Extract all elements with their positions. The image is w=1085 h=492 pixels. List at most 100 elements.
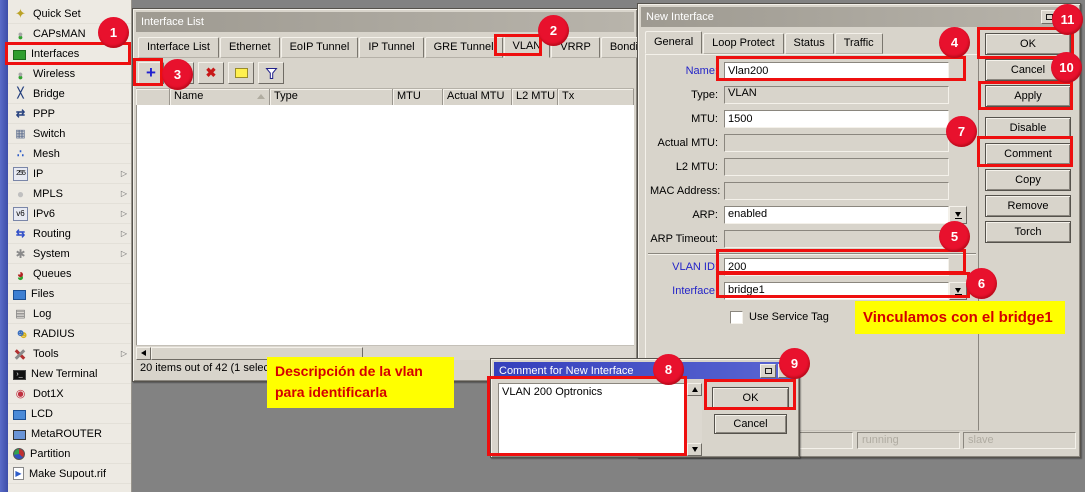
sidebar-item-wireless[interactable]: Wireless <box>8 64 131 84</box>
step-badge-11: 11 <box>1052 4 1083 35</box>
tab-gre-tunnel[interactable]: GRE Tunnel <box>425 37 503 58</box>
log-sheet-icon <box>13 307 28 321</box>
rollup-button[interactable] <box>760 364 776 378</box>
sidebar-item-switch[interactable]: Switch <box>8 124 131 144</box>
sidebar-item-label: Partition <box>30 448 70 460</box>
chevron-down-icon <box>955 212 961 217</box>
note-line: Vinculamos con el bridge1 <box>863 305 1057 330</box>
sidebar-item-label: Dot1X <box>33 388 64 400</box>
scroll-up-button[interactable] <box>687 383 702 396</box>
mac-address-value <box>724 182 949 200</box>
note-line: para identificarla <box>275 382 446 403</box>
interface-label: Interface: <box>650 285 724 297</box>
step-badge-7: 7 <box>946 116 977 147</box>
filter-funnel-icon <box>265 67 278 80</box>
arp-timeout-value <box>724 230 949 248</box>
sidebar-item-bridge[interactable]: Bridge <box>8 84 131 104</box>
use-service-tag-label: Use Service Tag <box>749 311 829 323</box>
sidebar-item-radius[interactable]: RADIUS <box>8 324 131 344</box>
sidebar-item-ip[interactable]: IP▷ <box>8 164 131 184</box>
step-badge-6: 6 <box>966 268 997 299</box>
disable-button[interactable]: ✖ <box>198 62 224 84</box>
submenu-arrow-icon: ▷ <box>121 349 127 358</box>
ip-255-icon <box>13 167 28 181</box>
name-label: Name: <box>650 65 724 77</box>
copy-button[interactable]: Copy <box>985 169 1071 191</box>
column-l2-mtu[interactable]: L2 MTU <box>512 89 558 105</box>
column-tx[interactable]: Tx <box>558 89 634 105</box>
winbox-desktop: Quick Set CAPsMAN Interfaces Wireless Br… <box>0 0 1085 492</box>
sidebar-item-label: IP <box>33 168 43 180</box>
tab-interface-list[interactable]: Interface List <box>138 37 219 58</box>
column-actual-mtu[interactable]: Actual MTU <box>443 89 512 105</box>
sidebar-item-partition[interactable]: Partition <box>8 444 131 464</box>
tab-ip-tunnel[interactable]: IP Tunnel <box>359 37 423 58</box>
step-badge-4: 4 <box>939 27 970 58</box>
vertical-scrollbar[interactable] <box>687 383 702 456</box>
sidebar-item-ppp[interactable]: PPP <box>8 104 131 124</box>
filter-button[interactable] <box>258 62 284 84</box>
sidebar-item-routing[interactable]: Routing▷ <box>8 224 131 244</box>
submenu-arrow-icon: ▷ <box>121 209 127 218</box>
tab-general[interactable]: General <box>645 31 702 54</box>
sidebar-item-files[interactable]: Files <box>8 284 131 304</box>
mesh-dots-icon <box>13 147 28 161</box>
highlight-box-vlan-id-input <box>716 249 966 274</box>
tab-status[interactable]: Status <box>785 33 834 54</box>
sidebar-item-label: Bridge <box>33 88 65 100</box>
step-badge-8: 8 <box>653 354 684 385</box>
tab-ethernet[interactable]: Ethernet <box>220 37 280 58</box>
terminal-icon <box>13 370 26 380</box>
interface-table-body[interactable] <box>136 105 634 345</box>
sidebar-item-ipv6[interactable]: IPv6▷ <box>8 204 131 224</box>
running-flag: running <box>857 432 960 449</box>
use-service-tag-checkbox[interactable] <box>730 311 743 324</box>
sidebar-item-label: Queues <box>33 268 72 280</box>
sidebar-item-metarouter[interactable]: MetaROUTER <box>8 424 131 444</box>
column-name[interactable]: Name <box>170 89 270 105</box>
annotation-note-vlan-description: Descripción de la vlan para identificarl… <box>267 357 454 408</box>
scroll-down-button[interactable] <box>687 443 702 456</box>
scroll-left-button[interactable] <box>136 347 151 360</box>
sidebar-item-label: Routing <box>33 228 71 240</box>
interface-list-window: Interface List Interface List Ethernet E… <box>132 8 638 382</box>
sphere-icon <box>13 187 28 201</box>
mtu-input[interactable] <box>724 110 949 128</box>
tab-loop-protect[interactable]: Loop Protect <box>703 33 783 54</box>
annotation-note-bridge1: Vinculamos con el bridge1 <box>855 301 1065 334</box>
new-interface-titlebar[interactable]: New Interface ✕ <box>641 7 1077 27</box>
dropdown-bar <box>955 218 962 219</box>
sidebar-item-tools[interactable]: Tools▷ <box>8 344 131 364</box>
highlight-box-name-input <box>716 56 966 81</box>
mtu-label: MTU: <box>650 113 724 125</box>
comment-cancel-button[interactable]: Cancel <box>714 414 787 434</box>
comment-button-toolbar[interactable] <box>228 62 254 84</box>
l2-mtu-label: L2 MTU: <box>650 161 724 173</box>
slave-flag: slave <box>963 432 1076 449</box>
sidebar-item-label: Switch <box>33 128 65 140</box>
column-type[interactable]: Type <box>270 89 393 105</box>
sidebar-item-label: LCD <box>31 408 53 420</box>
remove-button[interactable]: Remove <box>985 195 1071 217</box>
lcd-icon <box>13 410 26 420</box>
sidebar-item-dot1x[interactable]: Dot1X <box>8 384 131 404</box>
sidebar-item-mpls[interactable]: MPLS▷ <box>8 184 131 204</box>
ppp-arrows-icon <box>13 107 28 121</box>
sidebar-item-mesh[interactable]: Mesh <box>8 144 131 164</box>
sidebar-item-new-terminal[interactable]: New Terminal <box>8 364 131 384</box>
sidebar-item-label: MetaROUTER <box>31 428 102 440</box>
column-mtu[interactable]: MTU <box>393 89 443 105</box>
sidebar-item-log[interactable]: Log <box>8 304 131 324</box>
tab-eoip-tunnel[interactable]: EoIP Tunnel <box>281 37 359 58</box>
sidebar-item-system[interactable]: System▷ <box>8 244 131 264</box>
arp-label: ARP: <box>650 209 724 221</box>
sidebar-item-lcd[interactable]: LCD <box>8 404 131 424</box>
column-selector[interactable] <box>136 89 170 105</box>
type-label: Type: <box>650 89 724 101</box>
tab-traffic[interactable]: Traffic <box>835 33 883 54</box>
torch-button[interactable]: Torch <box>985 221 1071 243</box>
arp-dropdown[interactable]: enabled <box>724 206 967 224</box>
switch-icon <box>13 127 28 141</box>
sidebar-item-queues[interactable]: Queues <box>8 264 131 284</box>
sidebar-item-make-supout[interactable]: Make Supout.rif <box>8 464 131 484</box>
